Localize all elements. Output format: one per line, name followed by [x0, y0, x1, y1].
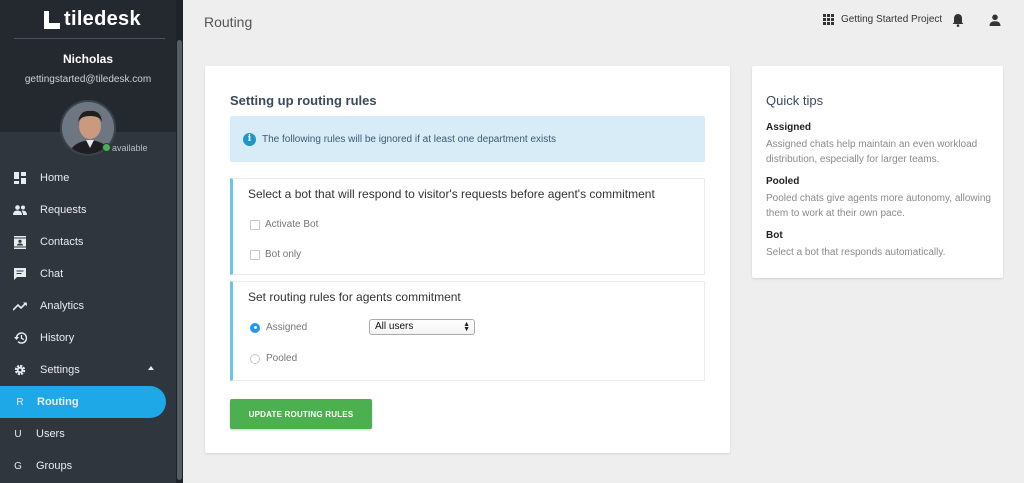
sidebar-item-groups[interactable]: G Groups — [0, 450, 176, 482]
status-indicator — [102, 143, 111, 152]
user-account-icon[interactable] — [989, 13, 1001, 31]
sidebar-item-label: Requests — [40, 204, 87, 216]
sidebar-item-users[interactable]: U Users — [0, 418, 176, 450]
tip-heading: Bot — [766, 230, 783, 241]
sidebar: tiledesk Nicholas gettingstarted@tiledes… — [0, 0, 183, 483]
card-title: Setting up routing rules — [230, 93, 377, 108]
activate-bot-checkbox[interactable]: Activate Bot — [250, 219, 318, 230]
divider — [14, 38, 165, 39]
logo-mark-icon — [44, 10, 60, 29]
chevron-up-icon — [148, 366, 154, 370]
sidebar-item-settings[interactable]: Settings — [0, 354, 176, 386]
tip-heading: Assigned — [766, 122, 812, 133]
user-name: Nicholas — [62, 52, 113, 66]
sidebar-item-routing[interactable]: R Routing — [0, 386, 166, 418]
topbar: Routing Getting Started Project — [183, 0, 1024, 44]
dashboard-icon — [0, 172, 40, 184]
sidebar-item-label: History — [40, 332, 75, 344]
people-icon — [0, 205, 40, 215]
sidebar-item-label: Users — [36, 428, 65, 440]
update-routing-rules-button[interactable]: UPDATE ROUTING RULES — [230, 399, 372, 429]
user-email: gettingstarted@tiledesk.com — [24, 74, 152, 85]
sidebar-item-label: Settings — [40, 364, 80, 376]
tip-text: Assigned chats help maintain an even wor… — [766, 139, 978, 165]
checkbox-label: Activate Bot — [265, 219, 319, 230]
sidebar-item-label: Chat — [40, 268, 64, 280]
page-title: Routing — [204, 14, 253, 30]
sidebar-item-label: Contacts — [40, 236, 84, 248]
select-value: All users — [375, 321, 414, 332]
status-label: available — [112, 143, 148, 153]
checkbox-label: Bot only — [265, 249, 302, 260]
tip-heading: Pooled — [766, 176, 800, 187]
radio-button-checked[interactable] — [250, 322, 260, 333]
sidebar-item-label: Home — [40, 172, 70, 184]
logo-text: tiledesk — [64, 8, 141, 30]
tips-title: Quick tips — [766, 93, 824, 108]
chat-icon — [0, 268, 40, 280]
checkbox-box[interactable] — [250, 219, 260, 230]
bot-section: Select a bot that will respond to visito… — [230, 178, 705, 275]
sidebar-item-analytics[interactable]: Analytics — [0, 290, 176, 322]
sidebar-item-label: Analytics — [40, 300, 85, 312]
trending-icon — [0, 301, 40, 311]
info-icon: i — [243, 132, 256, 146]
sidebar-item-initial: G — [14, 460, 22, 472]
sidebar-item-label: Routing — [37, 396, 79, 408]
radio-label: Pooled — [266, 353, 298, 364]
checkbox-box[interactable] — [250, 249, 260, 260]
gear-icon — [0, 364, 40, 376]
project-name: Getting Started Project — [841, 14, 943, 25]
sidebar-item-contacts[interactable]: Contacts — [0, 226, 176, 258]
radio-button[interactable] — [250, 353, 260, 364]
section-title: Set routing rules for agents commitment — [248, 290, 461, 304]
info-banner: i The following rules will be ignored if… — [230, 116, 705, 162]
history-icon — [0, 332, 40, 344]
tiledesk-logo[interactable]: tiledesk — [44, 8, 141, 31]
assigned-radio[interactable]: Assigned — [250, 322, 307, 333]
sidebar-item-requests[interactable]: Requests — [0, 194, 176, 226]
select-arrows-icon: ▲ ▼ — [463, 321, 470, 333]
tip-text: Select a bot that responds automatically… — [766, 247, 946, 258]
sidebar-item-home[interactable]: Home — [0, 162, 176, 194]
users-select[interactable]: All users ▲ ▼ — [369, 319, 475, 335]
scrollbar-thumb[interactable] — [177, 40, 182, 480]
sidebar-item-history[interactable]: History — [0, 322, 176, 354]
apps-grid-icon — [823, 14, 834, 25]
routing-rules-section: Set routing rules for agents commitment … — [230, 281, 705, 381]
notifications-bell-icon[interactable] — [952, 13, 964, 32]
sidebar-item-chat[interactable]: Chat — [0, 258, 176, 290]
routing-card: Setting up routing rules i The following… — [205, 66, 730, 453]
bot-only-checkbox[interactable]: Bot only — [250, 249, 301, 260]
pooled-radio[interactable]: Pooled — [250, 353, 297, 364]
quick-tips-card: Quick tips Assigned Assigned chats help … — [752, 66, 1003, 278]
sidebar-nav: Home Requests Contacts Chat Analytics Hi… — [0, 162, 176, 482]
contacts-icon — [0, 235, 40, 249]
radio-label: Assigned — [266, 322, 308, 333]
sidebar-item-initial: U — [14, 428, 22, 440]
sidebar-item-label: Groups — [36, 460, 73, 472]
sidebar-scrollbar[interactable] — [176, 0, 183, 483]
sidebar-item-initial: R — [16, 396, 24, 408]
section-title: Select a bot that will respond to visito… — [248, 187, 655, 201]
info-text: The following rules will be ignored if a… — [262, 133, 557, 145]
tip-text: Pooled chats give agents more autonomy, … — [766, 193, 991, 219]
project-switcher[interactable]: Getting Started Project — [823, 14, 942, 25]
